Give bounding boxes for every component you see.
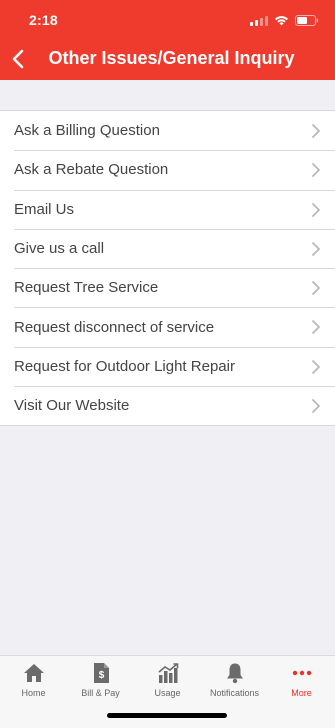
chevron-right-icon	[312, 281, 320, 296]
menu-item-rebate-question[interactable]: Ask a Rebate Question	[0, 150, 335, 189]
tab-bill-pay[interactable]: $ Bill & Pay	[67, 656, 134, 706]
tab-label: Notifications	[209, 688, 260, 698]
tab-label: Usage	[154, 688, 181, 698]
status-bar: 2:18	[0, 0, 335, 38]
wifi-icon	[274, 15, 289, 26]
bell-icon	[226, 663, 243, 684]
menu-item-tree-service[interactable]: Request Tree Service	[0, 268, 335, 307]
chevron-right-icon	[312, 163, 320, 178]
home-icon	[23, 664, 44, 682]
menu-item-disconnect-service[interactable]: Request disconnect of service	[0, 307, 335, 346]
tab-label: Bill & Pay	[81, 688, 120, 698]
tab-label: Home	[21, 688, 46, 698]
menu-item-label: Visit Our Website	[14, 397, 130, 415]
menu-item-outdoor-light-repair[interactable]: Request for Outdoor Light Repair	[0, 346, 335, 386]
menu-item-label: Request Tree Service	[14, 279, 159, 297]
menu-item-label: Request disconnect of service	[14, 318, 215, 336]
status-time: 2:18	[29, 12, 58, 28]
menu-item-label: Email Us	[14, 200, 75, 218]
bill-icon: $	[93, 663, 109, 683]
tab-more[interactable]: More	[268, 656, 335, 706]
app-header: 2:18 Other Issues/General Inquiry	[0, 0, 335, 80]
tab-home[interactable]: Home	[0, 656, 67, 706]
chevron-right-icon	[312, 241, 320, 256]
menu-item-billing-question[interactable]: Ask a Billing Question	[0, 111, 335, 150]
tab-notifications[interactable]: Notifications	[201, 656, 268, 706]
chevron-right-icon	[312, 202, 320, 217]
page-title: Other Issues/General Inquiry	[48, 48, 295, 68]
menu-item-label: Give us a call	[14, 240, 105, 258]
tab-usage[interactable]: Usage	[134, 656, 201, 706]
chevron-right-icon	[312, 124, 320, 138]
menu-item-label: Ask a Billing Question	[14, 122, 160, 140]
chevron-right-icon	[312, 399, 320, 413]
menu-item-label: Request for Outdoor Light Repair	[14, 357, 235, 375]
chevron-right-icon	[312, 359, 320, 374]
status-icons	[250, 14, 319, 26]
usage-chart-icon	[157, 663, 178, 683]
tab-label: More	[291, 688, 312, 698]
battery-icon	[295, 15, 319, 26]
chevron-right-icon	[312, 320, 320, 335]
inquiry-menu-list: Ask a Billing Question Ask a Rebate Ques…	[0, 110, 335, 427]
home-indicator[interactable]	[107, 713, 227, 718]
menu-item-visit-website[interactable]: Visit Our Website	[0, 386, 335, 425]
menu-item-email-us[interactable]: Email Us	[0, 189, 335, 229]
signal-icon	[250, 16, 268, 26]
menu-item-label: Ask a Rebate Question	[14, 161, 169, 179]
svg-text:$: $	[98, 670, 104, 681]
nav-bar: Other Issues/General Inquiry	[0, 38, 335, 80]
menu-item-give-call[interactable]: Give us a call	[0, 228, 335, 268]
more-dots-icon	[292, 670, 311, 676]
